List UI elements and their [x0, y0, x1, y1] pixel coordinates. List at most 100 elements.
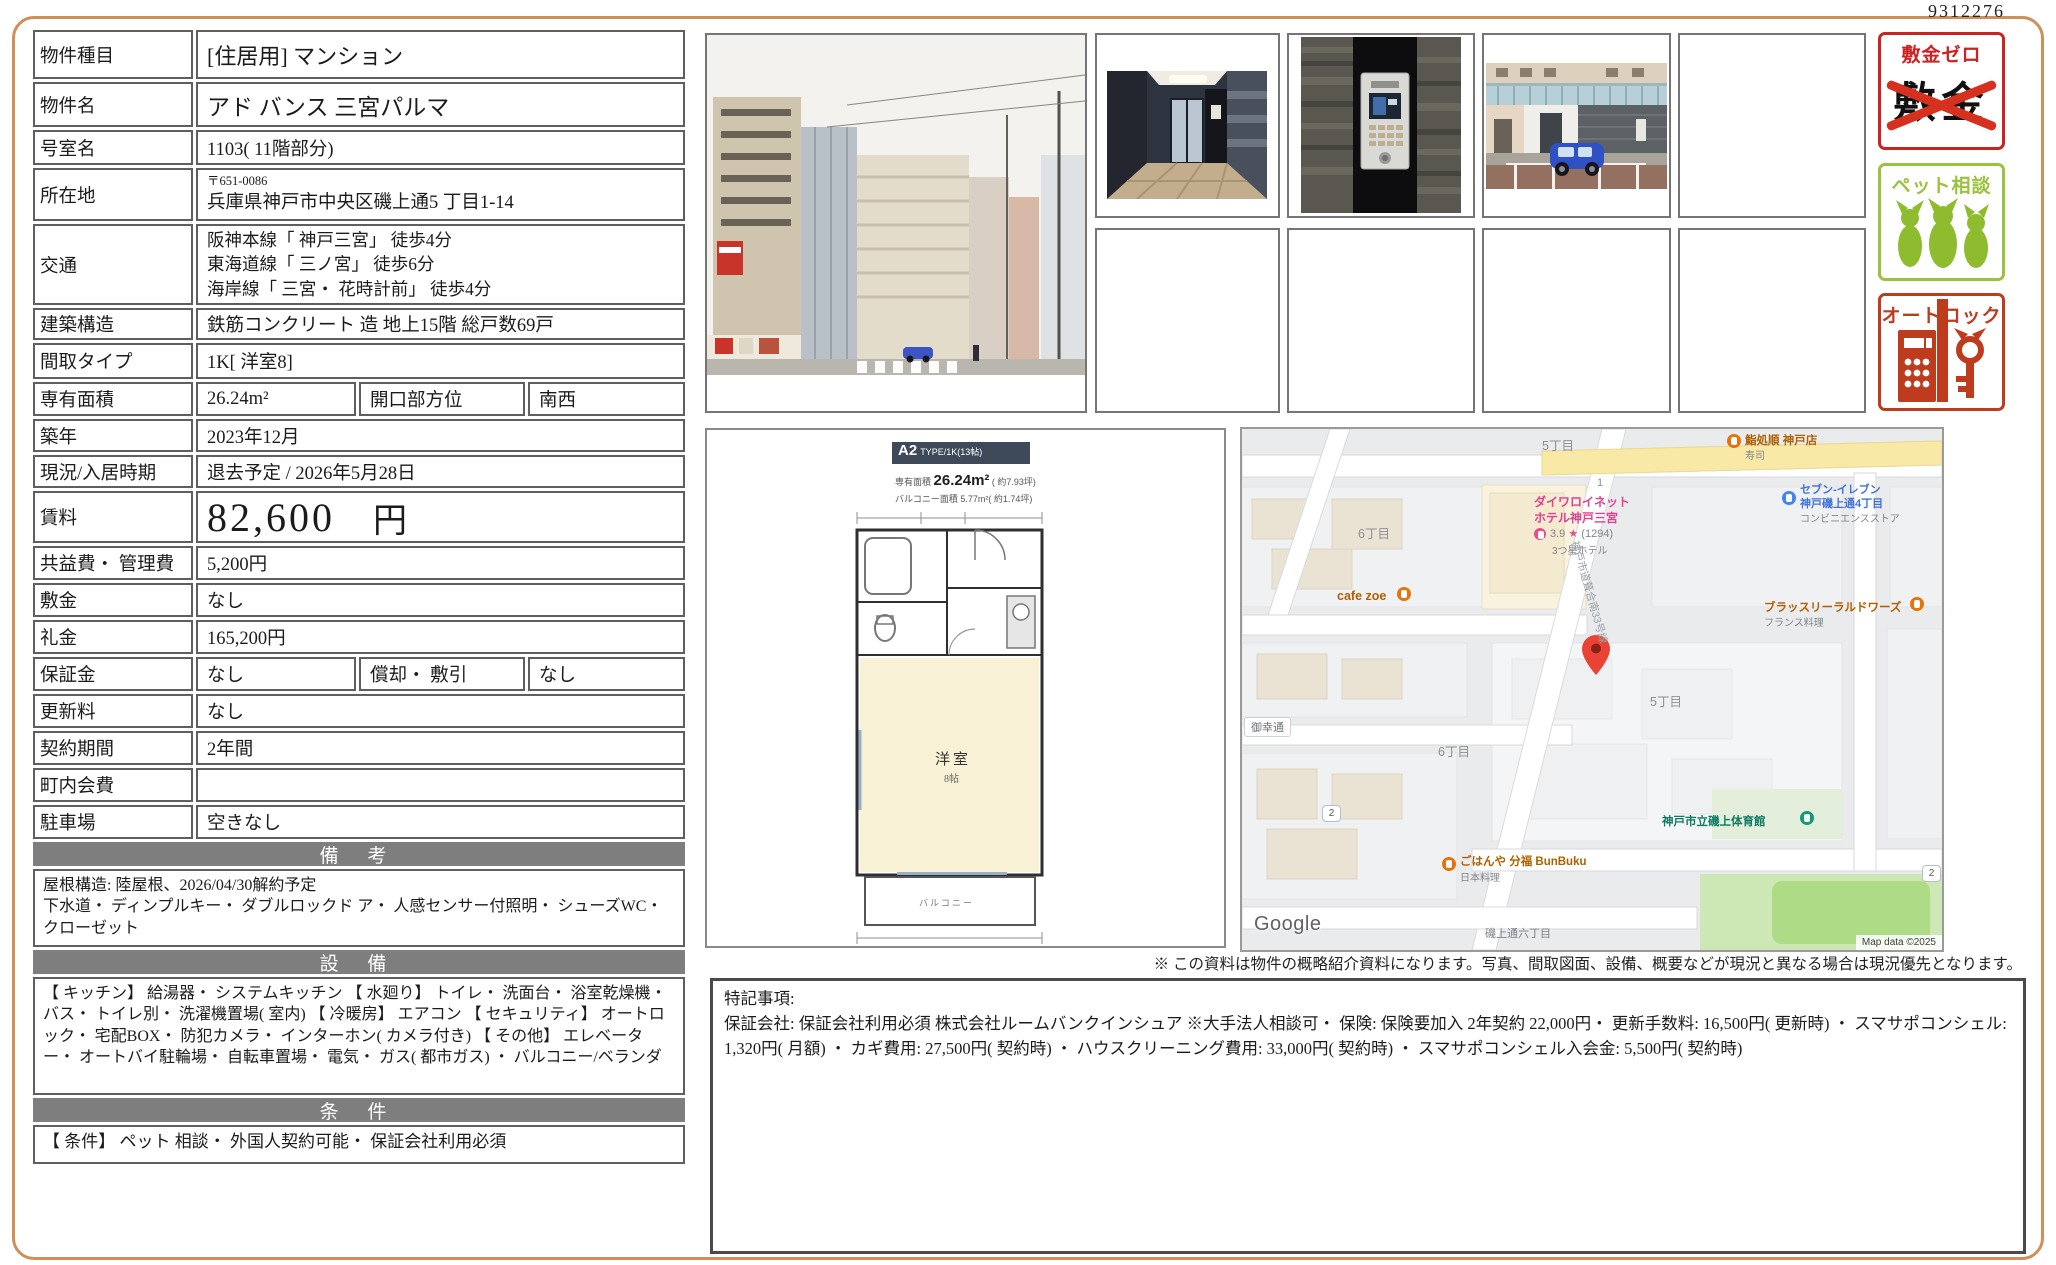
- disclaimer-note: ※ この資料は物件の概略紹介資料になります。写真、間取図面、設備、概要などが現況…: [1154, 952, 2022, 974]
- photo-building-exterior: [705, 33, 1087, 413]
- table-row: 礼金 165,200円: [33, 620, 685, 654]
- field-label: 築年: [33, 419, 193, 452]
- table-row: 間取タイプ 1K[ 洋室8]: [33, 343, 685, 379]
- field-value: 2年間: [196, 731, 685, 765]
- map-label-french: ブラッスリーラルドワーズ: [1764, 599, 1901, 615]
- field-value: 南西: [528, 382, 685, 416]
- table-row: 更新料 なし: [33, 694, 685, 728]
- map-label-district: 5丁目: [1650, 691, 1682, 710]
- table-row: 交通 阪神本線「 神戸三宮」 徒歩4分 東海道線「 三ノ宮」 徒歩6分 海岸線「…: [33, 224, 685, 305]
- table-row: 物件種目 [住居用] マンション: [33, 30, 685, 79]
- map-label-conv-genre: コンビニエンスストア: [1800, 510, 1900, 525]
- rent-unit: 円: [373, 493, 407, 542]
- map-label-sushi: 鮨処順 神戸店: [1745, 432, 1817, 448]
- floor-plan: A2 TYPE/1K(13帖) 専有面積 26.24m² ( 約7.93坪) バ…: [705, 428, 1226, 948]
- reference-number: 9312276: [1928, 1, 2005, 22]
- address: 兵庫県神戸市中央区磯上通5 丁目1-14: [207, 188, 514, 214]
- access-line: 海岸線「 三宮・ 花時計前」 徒歩4分: [207, 277, 491, 301]
- parking-image: [1486, 63, 1667, 189]
- field-label: 保証金: [33, 657, 193, 691]
- field-value: 5,200円: [196, 546, 685, 580]
- access-line: 阪神本線「 神戸三宮」 徒歩4分: [207, 228, 452, 252]
- remarks-line: 下水道・ ディンプルキー・ ダブルロックド ア・ 人感センサー付照明・ シューズ…: [43, 896, 675, 939]
- badge-autolock-title: オートロック: [1881, 301, 2002, 328]
- field-value: 2023年12月: [196, 419, 685, 452]
- pets-silhouette-icon: [1890, 198, 1994, 268]
- table-row: 現況/入居時期 退去予定 / 2026年5月28日: [33, 455, 685, 488]
- field-value: 空きなし: [196, 805, 685, 839]
- badge-no-deposit-title: 敷金ゼロ: [1881, 40, 2002, 67]
- restaurant-icon: [1910, 597, 1924, 611]
- star-icon: ★: [1568, 528, 1578, 540]
- map-label-sushi-genre: 寿司: [1745, 447, 1765, 462]
- table-row: 賃料 82,600 円: [33, 491, 685, 543]
- photo-placeholder-empty: [1482, 228, 1671, 413]
- field-label: 交通: [33, 224, 193, 305]
- building-exterior-image: [707, 35, 1085, 375]
- intercom-image: [1301, 37, 1461, 213]
- table-row: 敷金 なし: [33, 583, 685, 617]
- equipment-content: 【 キッチン】 給湯器・ システムキッチン 【 水廻り】 トイレ・ 洗面台・ 浴…: [33, 977, 685, 1095]
- rent-amount: 82,600: [207, 494, 335, 541]
- map-label-district: 6丁目: [1438, 741, 1470, 760]
- field-label: 所在地: [33, 168, 193, 221]
- floor-plan-room-label: 洋室: [935, 748, 971, 769]
- field-label: 建築構造: [33, 308, 193, 340]
- autolock-icon: [1890, 328, 1994, 404]
- postal-code: 〒651-0086: [207, 175, 267, 189]
- table-row: 物件名 アド バンス 三宮パルマ: [33, 82, 685, 127]
- field-label: 現況/入居時期: [33, 455, 193, 488]
- field-label: 物件名: [33, 82, 193, 127]
- restaurant-icon: [1442, 857, 1456, 871]
- table-row: 築年 2023年12月: [33, 419, 685, 452]
- table-row: 保証金 なし 償却・ 敷引 なし: [33, 657, 685, 691]
- field-value: なし: [196, 657, 356, 691]
- equipment-header: 設 備: [33, 950, 685, 974]
- access-line: 東海道線「 三ノ宮」 徒歩6分: [207, 252, 435, 276]
- field-label: 賃料: [33, 491, 193, 543]
- map-label-district: 5丁目: [1542, 435, 1574, 454]
- hotel-icon: [1534, 528, 1546, 540]
- special-notes: 特記事項: 保証会社: 保証会社利用必須 株式会社ルームバンクインシュア ※大手…: [710, 978, 2026, 1254]
- property-detail-table: 物件種目 [住居用] マンション 物件名 アド バンス 三宮パルマ 号室名 11…: [33, 30, 685, 1167]
- field-value: 退去予定 / 2026年5月28日: [196, 455, 685, 488]
- map-label-french-genre: フランス料理: [1764, 614, 1824, 629]
- map-label-hotel: ダイワロイネット: [1534, 493, 1630, 510]
- special-notes-body: 保証会社: 保証会社利用必須 株式会社ルームバンクインシュア ※大手法人相談可・…: [724, 1012, 2012, 1062]
- map-label-isogami6: 磯上通六丁目: [1485, 925, 1551, 941]
- map-attribution: Map data ©2025: [1856, 935, 1942, 950]
- property-flyer: 9312276 物件種目 [住居用] マンション 物件名 アド バンス 三宮パル…: [0, 0, 2056, 1265]
- remarks-content: 屋根構造: 陸屋根、2026/04/30解約予定 下水道・ ディンプルキー・ ダ…: [33, 869, 685, 947]
- field-value: [196, 768, 685, 802]
- map-label-block-no: 1: [1597, 477, 1603, 489]
- table-row: 共益費・ 管理費 5,200円: [33, 546, 685, 580]
- field-value: 鉄筋コンクリート 造 地上15階 総戸数69戸: [196, 308, 685, 340]
- field-label: 開口部方位: [359, 382, 525, 416]
- field-label: 更新料: [33, 694, 193, 728]
- field-label: 間取タイプ: [33, 343, 193, 379]
- field-value: 〒651-0086 兵庫県神戸市中央区磯上通5 丁目1-14: [196, 168, 685, 221]
- map-label-cafe: cafe zoe: [1337, 589, 1386, 603]
- field-label: 償却・ 敷引: [359, 657, 525, 691]
- field-value: [住居用] マンション: [196, 30, 685, 79]
- field-label: 駐車場: [33, 805, 193, 839]
- photo-placeholder-empty: [1095, 228, 1280, 413]
- field-value: アド バンス 三宮パルマ: [196, 82, 685, 127]
- field-label: 専有面積: [33, 382, 193, 416]
- table-row: 駐車場 空きなし: [33, 805, 685, 839]
- table-row: 号室名 1103( 11階部分): [33, 130, 685, 165]
- route-shield: 2: [1922, 865, 1941, 882]
- field-label: 敷金: [33, 583, 193, 617]
- photo-placeholder-empty: [1287, 228, 1475, 413]
- field-label: 契約期間: [33, 731, 193, 765]
- map-label-conv: 神戸磯上通4丁目: [1800, 495, 1883, 511]
- gym-location-icon: [1800, 811, 1814, 825]
- field-label: 物件種目: [33, 30, 193, 79]
- photo-parking: [1482, 33, 1671, 218]
- map-label-hotel: ホテル神戸三宮: [1534, 509, 1618, 526]
- photo-placeholder-empty: [1678, 33, 1866, 218]
- field-value: なし: [196, 694, 685, 728]
- field-value: 165,200円: [196, 620, 685, 654]
- field-label: 町内会費: [33, 768, 193, 802]
- badge-pets-negotiable: ペット相談: [1878, 163, 2005, 281]
